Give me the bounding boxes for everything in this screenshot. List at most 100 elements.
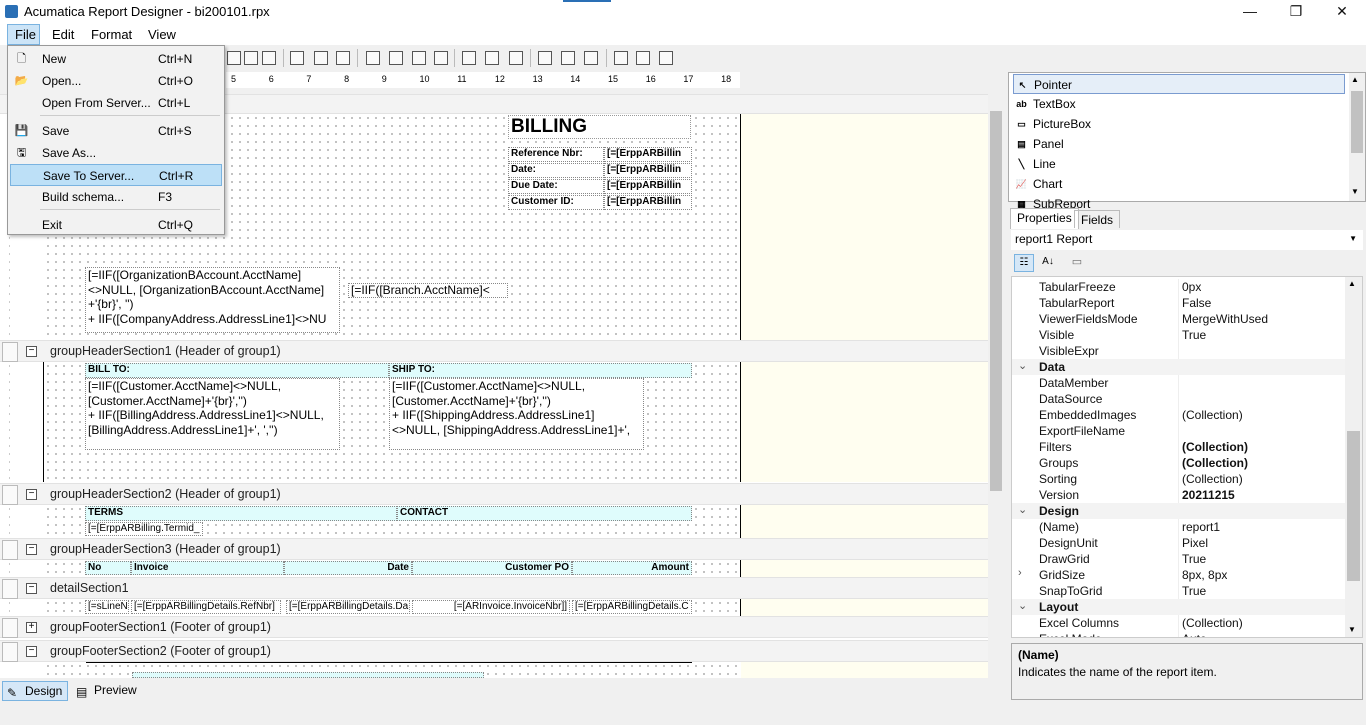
property-row[interactable]: Excel Columns (Collection) xyxy=(1012,615,1346,631)
menu-item-build-schema[interactable]: Build schema... F3 xyxy=(10,186,222,208)
scrollbar-thumb[interactable] xyxy=(1351,91,1363,153)
due-date-label[interactable]: Due Date: xyxy=(508,179,604,194)
chevron-down-icon[interactable]: ⌄ xyxy=(1018,503,1027,516)
bill-to-expression[interactable]: [=IIF([Customer.AcctName]<>NULL, [Custom… xyxy=(85,378,340,450)
col-no-header[interactable]: No xyxy=(85,561,131,575)
detail-line-no[interactable]: [=sLineN xyxy=(85,600,129,614)
property-value[interactable]: MergeWithUsed xyxy=(1182,312,1268,326)
ship-to-label[interactable]: SHIP TO: xyxy=(389,363,692,378)
property-row[interactable]: › GridSize 8px, 8px xyxy=(1012,567,1346,583)
close-button[interactable]: ✕ xyxy=(1319,0,1365,24)
collapse-icon[interactable]: − xyxy=(26,646,37,657)
property-row[interactable]: TabularFreeze 0px xyxy=(1012,279,1346,295)
size-to-grid-icon[interactable] xyxy=(509,51,523,65)
toolbox-item-picturebox[interactable]: ▭ PictureBox xyxy=(1013,114,1345,134)
section-bar-gh3[interactable]: − groupHeaderSection3 (Header of group1) xyxy=(0,538,988,560)
align-icon[interactable] xyxy=(262,51,276,65)
collapse-icon[interactable]: − xyxy=(26,544,37,555)
due-date-value[interactable]: [=[ErppARBillin xyxy=(604,179,692,194)
section-bar-gh2[interactable]: − groupHeaderSection2 (Header of group1) xyxy=(0,483,988,505)
scroll-down-icon[interactable]: ▼ xyxy=(1351,187,1359,196)
property-value[interactable]: (Collection) xyxy=(1182,440,1248,454)
property-value[interactable]: True xyxy=(1182,328,1206,342)
scrollbar-thumb[interactable] xyxy=(1347,431,1360,581)
termid-field[interactable]: [=[ErppARBilling.Termid_ xyxy=(85,522,203,536)
property-value[interactable]: True xyxy=(1182,584,1206,598)
expand-icon[interactable]: + xyxy=(26,622,37,633)
h-spacing-decrease-icon[interactable] xyxy=(584,51,598,65)
toolbox-scrollbar[interactable]: ▲ ▼ xyxy=(1349,73,1365,201)
toolbox-item-textbox[interactable]: ab TextBox xyxy=(1013,94,1345,114)
chevron-down-icon[interactable]: ⌄ xyxy=(1018,599,1027,612)
property-value[interactable]: (Collection) xyxy=(1182,408,1243,422)
menu-item-open-from-server[interactable]: Open From Server... Ctrl+L xyxy=(10,92,222,114)
menu-item-save-as[interactable]: 🖫 Save As... xyxy=(10,142,222,164)
date-value[interactable]: [=[ErppARBillin xyxy=(604,163,692,178)
ref-nbr-label[interactable]: Reference Nbr: xyxy=(508,147,604,162)
customer-id-label[interactable]: Customer ID: xyxy=(508,195,604,210)
property-value[interactable]: report1 xyxy=(1182,520,1220,534)
collapse-icon[interactable]: − xyxy=(26,346,37,357)
toolbox-item-chart[interactable]: 📈 Chart xyxy=(1013,174,1345,194)
property-value[interactable]: (Collection) xyxy=(1182,616,1243,630)
section-bar-detail[interactable]: − detailSection1 xyxy=(0,577,988,599)
property-row[interactable]: DesignUnit Pixel xyxy=(1012,535,1346,551)
chevron-down-icon[interactable]: ⌄ xyxy=(1018,359,1027,372)
align-middle-icon[interactable] xyxy=(389,51,403,65)
tab-fields[interactable]: Fields xyxy=(1074,210,1121,228)
tab-preview[interactable]: ▤ Preview xyxy=(72,681,138,701)
menu-edit[interactable]: Edit xyxy=(52,27,74,42)
property-value[interactable]: 0px xyxy=(1182,280,1201,294)
menu-format[interactable]: Format xyxy=(91,27,132,42)
bill-to-label[interactable]: BILL TO: xyxy=(85,363,389,378)
property-value[interactable]: Auto xyxy=(1182,632,1207,637)
align-top-icon[interactable] xyxy=(366,51,380,65)
v-spacing-increase-icon[interactable] xyxy=(636,51,650,65)
property-row[interactable]: ExportFileName xyxy=(1012,423,1346,439)
scroll-up-icon[interactable]: ▲ xyxy=(1348,279,1356,288)
scrollbar-thumb[interactable] xyxy=(990,111,1002,491)
property-row[interactable]: Sorting (Collection) xyxy=(1012,471,1346,487)
col-amount-header[interactable]: Amount xyxy=(572,561,692,575)
billing-title[interactable]: BILLING xyxy=(508,115,691,139)
property-value[interactable]: 20211215 xyxy=(1182,488,1235,502)
col-invoice-header[interactable]: Invoice xyxy=(131,561,284,575)
property-row[interactable]: VisibleExpr xyxy=(1012,343,1346,359)
property-row[interactable]: Version 20211215 xyxy=(1012,487,1346,503)
scroll-down-icon[interactable]: ▼ xyxy=(1348,625,1356,634)
property-row[interactable]: TabularReport False xyxy=(1012,295,1346,311)
property-row[interactable]: DrawGrid True xyxy=(1012,551,1346,567)
toolbox-item-line[interactable]: ╲ Line xyxy=(1013,154,1345,174)
chevron-right-icon[interactable]: › xyxy=(1018,567,1022,579)
menu-file[interactable]: File xyxy=(7,24,40,45)
toolbox-item-panel[interactable]: ▤ Panel xyxy=(1013,134,1345,154)
property-pages-icon[interactable]: ▭ xyxy=(1067,254,1087,272)
h-spacing-equal-icon[interactable] xyxy=(538,51,552,65)
property-value[interactable]: True xyxy=(1182,552,1206,566)
minimize-button[interactable]: — xyxy=(1227,0,1273,24)
menu-item-save[interactable]: 💾 Save Ctrl+S xyxy=(10,120,222,142)
property-row[interactable]: Excel ModeAuto xyxy=(1012,631,1346,637)
col-customer-po-header[interactable]: Customer PO xyxy=(412,561,572,575)
menu-item-open[interactable]: 📂 Open... Ctrl+O xyxy=(10,70,222,92)
same-height-icon[interactable] xyxy=(485,51,499,65)
property-value[interactable]: 8px, 8px xyxy=(1182,568,1227,582)
maximize-button[interactable]: ❐ xyxy=(1273,0,1319,24)
same-width-icon[interactable] xyxy=(462,51,476,65)
property-category[interactable]: ⌄ Layout xyxy=(1012,599,1346,615)
col-date-header[interactable]: Date xyxy=(284,561,412,575)
section-bar-gf1[interactable]: + groupFooterSection1 (Footer of group1) xyxy=(0,616,988,638)
property-value[interactable]: False xyxy=(1182,296,1211,310)
property-row[interactable]: DataMember xyxy=(1012,375,1346,391)
terms-label[interactable]: TERMS xyxy=(85,506,397,521)
h-spacing-increase-icon[interactable] xyxy=(561,51,575,65)
property-row[interactable]: Filters (Collection) xyxy=(1012,439,1346,455)
align-icon[interactable] xyxy=(244,51,258,65)
tab-design[interactable]: ✎ Design xyxy=(2,681,68,701)
tab-properties[interactable]: Properties xyxy=(1010,208,1079,229)
detail-invoice-nbr[interactable]: [=[ARInvoice.InvoiceNbr]] xyxy=(412,600,570,614)
v-spacing-equal-icon[interactable] xyxy=(614,51,628,65)
menu-view[interactable]: View xyxy=(148,27,176,42)
footer-field[interactable] xyxy=(132,672,484,678)
align-bottom-icon[interactable] xyxy=(412,51,426,65)
